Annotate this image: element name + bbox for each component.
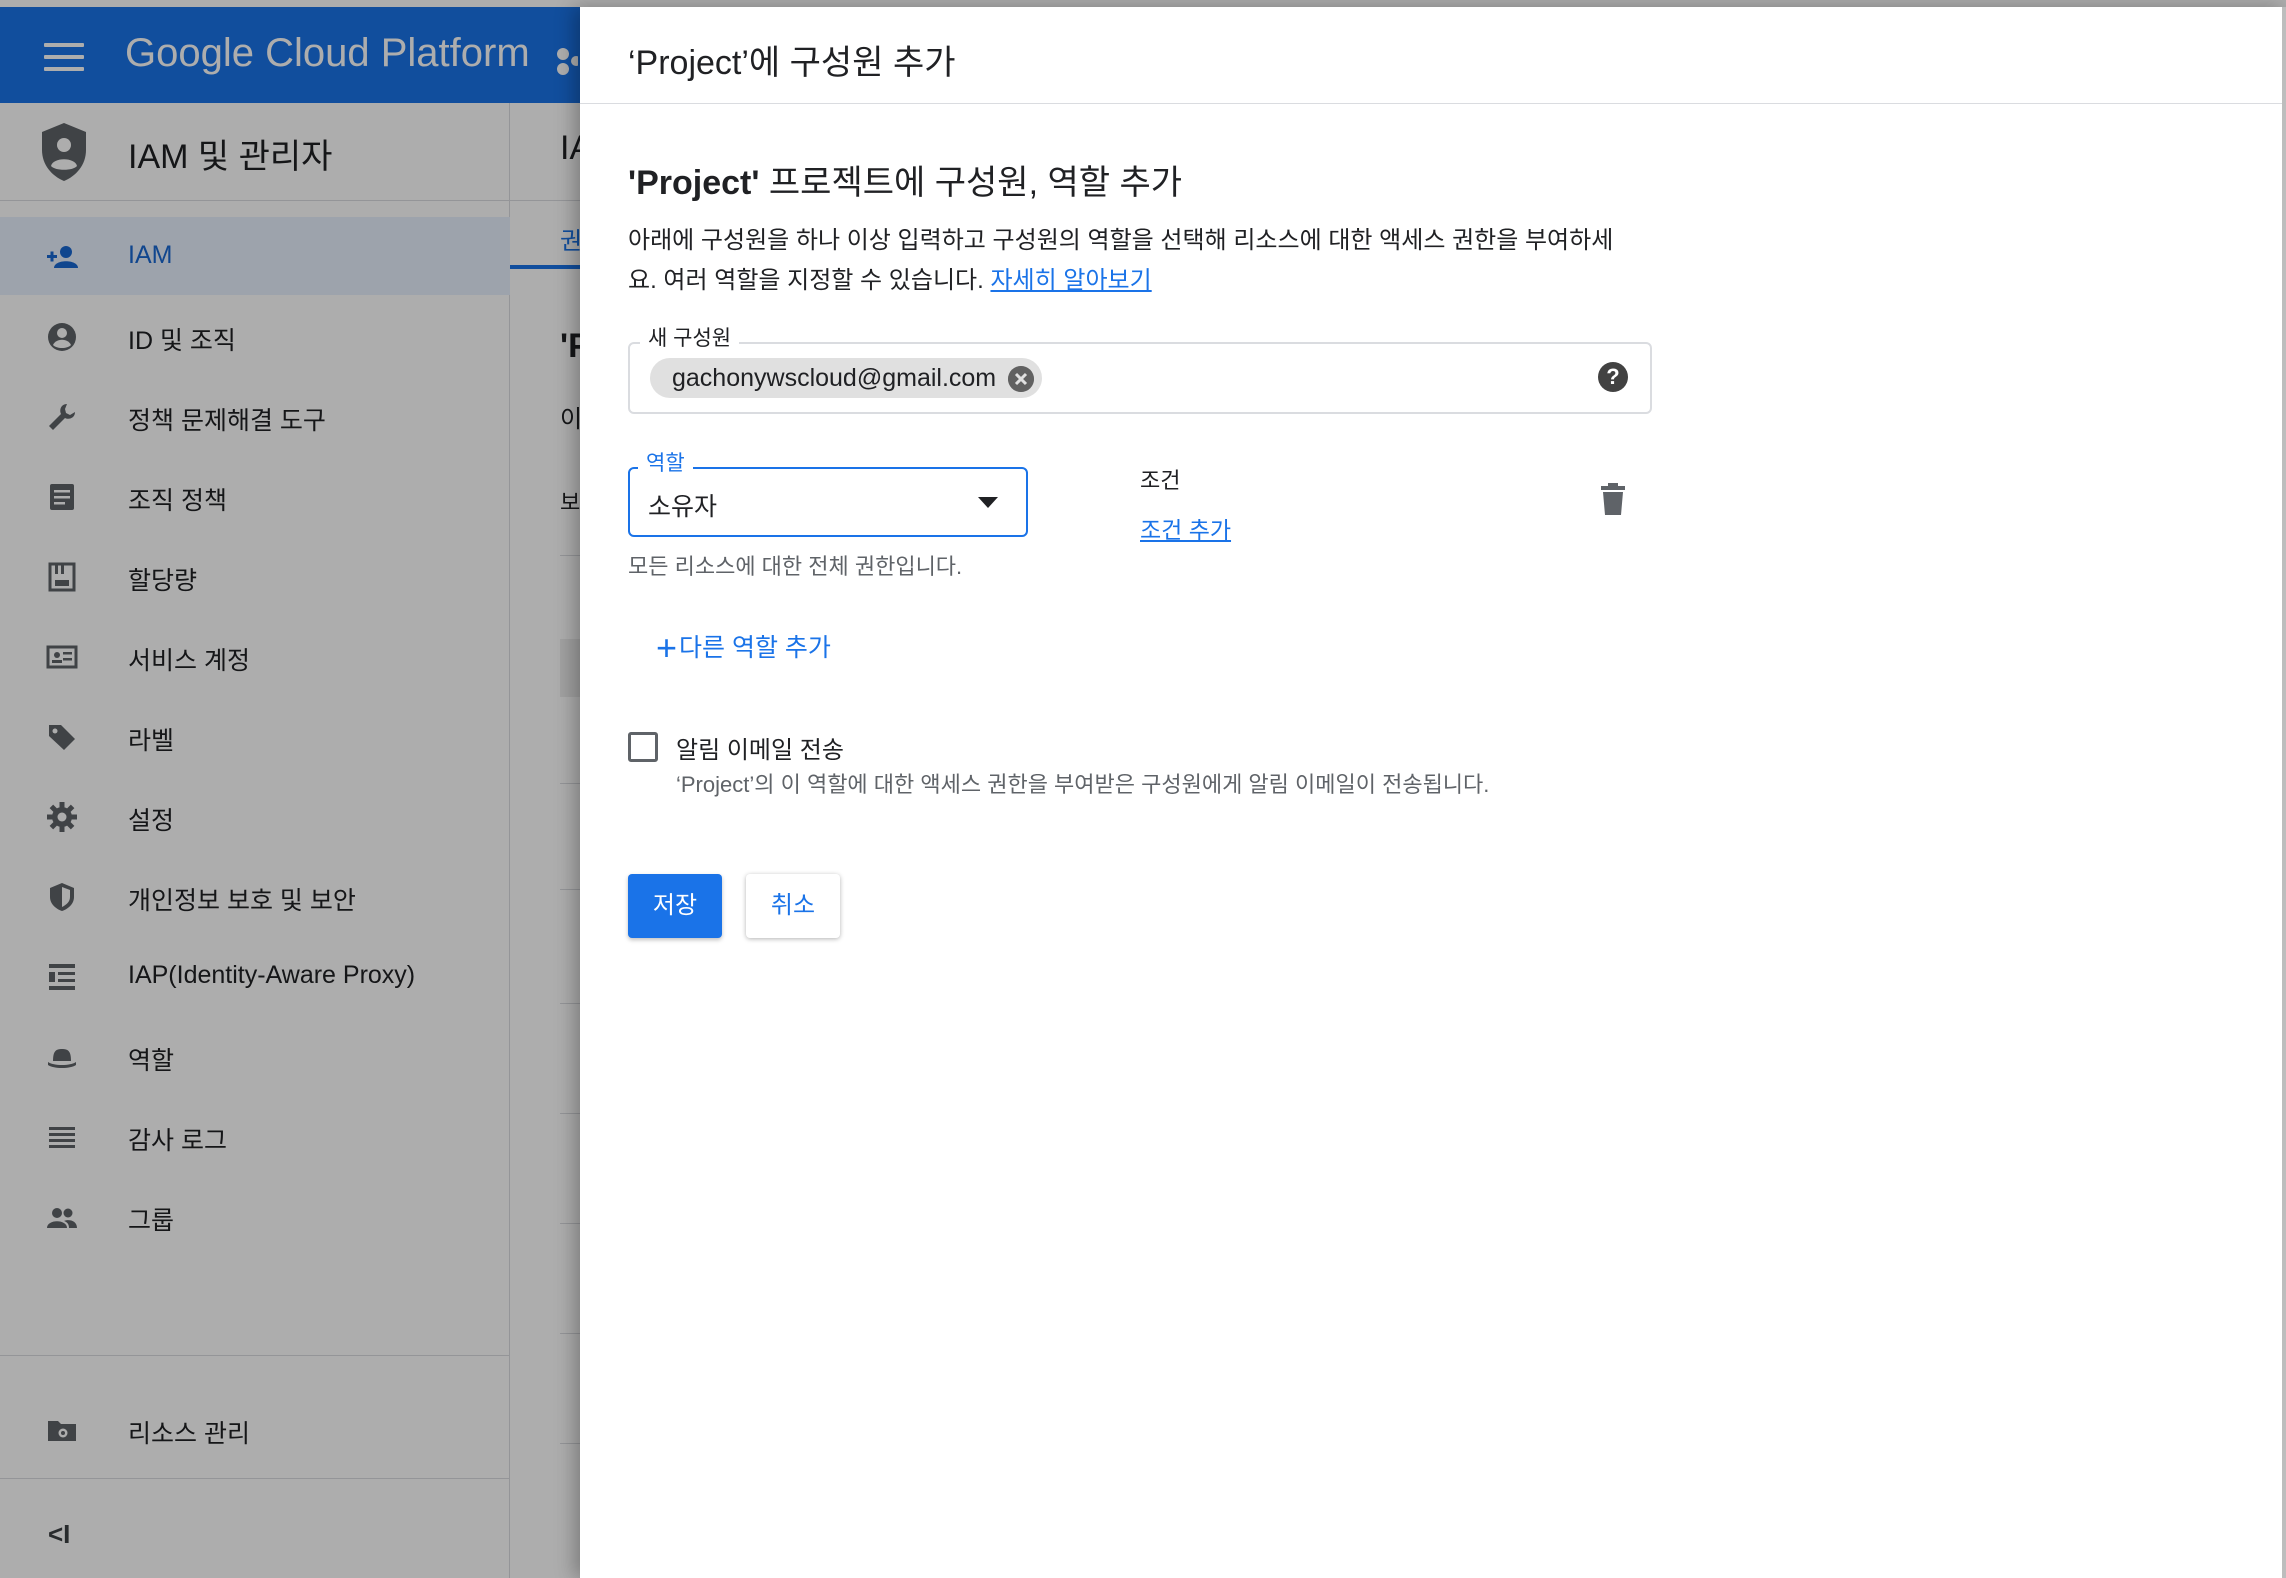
add-another-role-button[interactable]: +다른 역할 추가 — [656, 627, 831, 669]
remove-chip-icon[interactable] — [1008, 366, 1035, 392]
section-title: 'Project' 프로젝트에 구성원, 역할 추가 — [628, 155, 1182, 204]
notify-hint: ‘Project’의 이 역할에 대한 액세스 권한을 부여받은 구성원에게 알… — [676, 772, 1490, 797]
panel-header: ‘Project’에 구성원 추가 — [580, 7, 2286, 104]
help-icon[interactable]: ? — [1598, 362, 1628, 392]
screen: Google Cloud Platform IAM 및 관리자 IAM ID 및… — [0, 0, 2286, 1578]
add-members-panel: ‘Project’에 구성원 추가 'Project' 프로젝트에 구성원, 역… — [580, 7, 2286, 1578]
role-description: 모든 리소스에 대한 전체 권한입니다. — [628, 554, 963, 579]
role-select[interactable]: 역할 소유자 — [628, 447, 1028, 537]
member-chip-email: gachonywscloud@gmail.com — [672, 364, 997, 392]
delete-role-icon[interactable] — [1598, 482, 1628, 516]
notify-label: 알림 이메일 전송 — [676, 737, 844, 764]
description: 아래에 구성원을 하나 이상 입력하고 구성원의 역할을 선택해 리소스에 대한… — [628, 221, 1628, 301]
save-button[interactable]: 저장 — [628, 874, 722, 938]
dropdown-arrow-icon — [978, 497, 998, 508]
panel-title: ‘Project’에 구성원 추가 — [628, 44, 956, 82]
role-value: 소유자 — [648, 493, 718, 521]
new-members-input[interactable]: 새 구성원 gachonywscloud@gmail.com ? — [628, 322, 1652, 414]
plus-icon: + — [656, 627, 678, 668]
add-role-label: 다른 역할 추가 — [679, 634, 831, 662]
member-chip[interactable]: gachonywscloud@gmail.com — [650, 358, 1043, 398]
condition-heading: 조건 — [1140, 468, 1181, 493]
section-title-text: 프로젝트에 구성원, 역할 추가 — [759, 164, 1183, 202]
role-label: 역할 — [638, 447, 693, 477]
add-condition-link[interactable]: 조건 추가 — [1140, 511, 1231, 545]
panel-scrollbar[interactable] — [2282, 7, 2286, 1578]
learn-more-link[interactable]: 자세히 알아보기 — [990, 267, 1151, 294]
notify-checkbox[interactable] — [628, 732, 658, 762]
cancel-button[interactable]: 취소 — [746, 874, 840, 938]
new-members-label: 새 구성원 — [640, 322, 740, 352]
section-title-project: 'Project' — [628, 164, 760, 202]
